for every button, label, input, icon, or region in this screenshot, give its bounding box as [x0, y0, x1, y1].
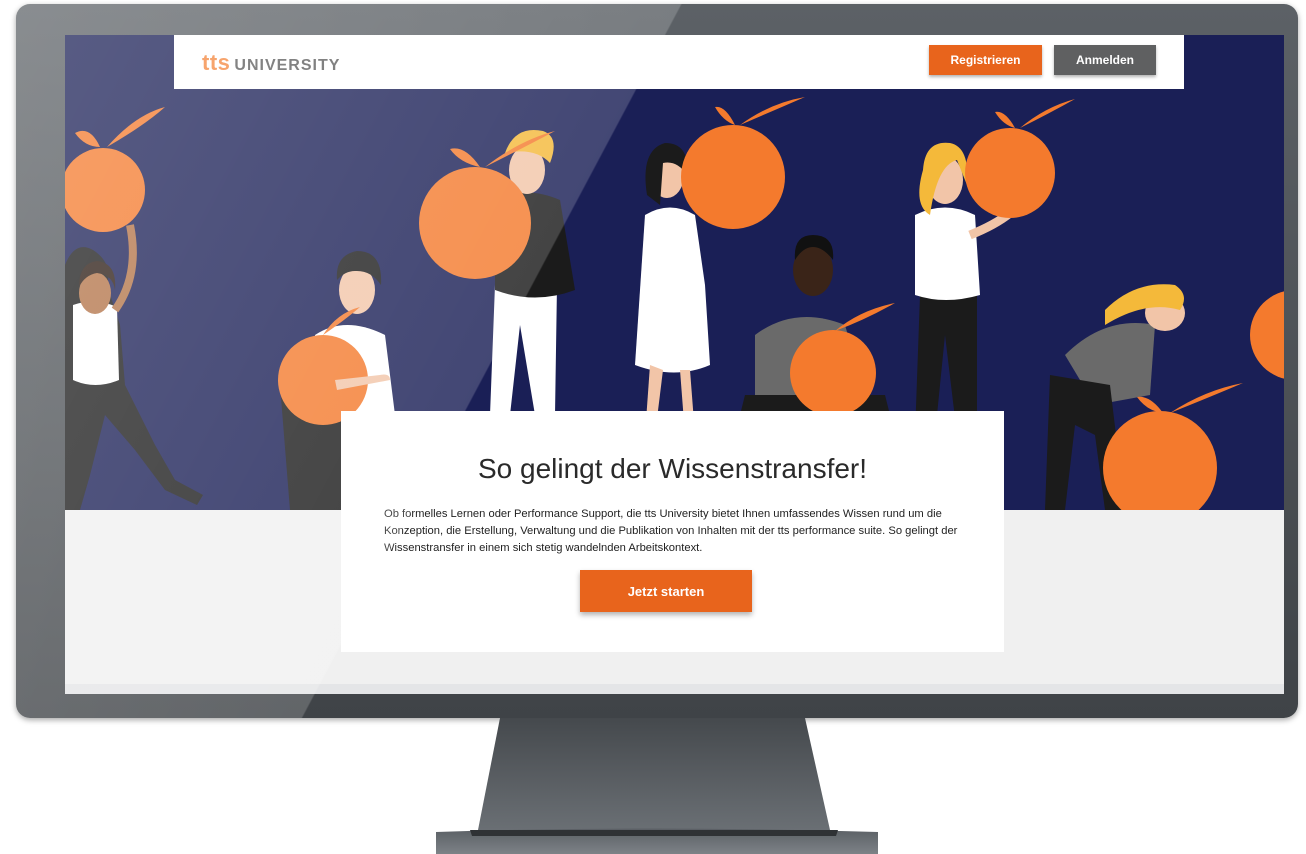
logo-tts-text: tts: [202, 50, 231, 75]
screen: tts UNIVERSITY Registrieren Anmelden So g…: [65, 35, 1284, 694]
person-5-illustration: [735, 235, 895, 435]
person-3-illustration: [419, 129, 575, 415]
tts-university-logo[interactable]: tts UNIVERSITY: [202, 51, 340, 75]
person-7-illustration: [1045, 284, 1243, 510]
register-button[interactable]: Registrieren: [929, 45, 1042, 75]
login-button[interactable]: Anmelden: [1054, 45, 1156, 75]
page-title: So gelingt der Wissenstransfer!: [477, 453, 868, 484]
person-left-illustration: [65, 107, 203, 510]
screen-footer-strip: [65, 684, 1284, 694]
hero-description: Ob formelles Lernen oder Performance Sup…: [384, 508, 958, 554]
start-button[interactable]: Jetzt starten: [580, 570, 752, 612]
monitor-bezel: tts UNIVERSITY Registrieren Anmelden So g…: [16, 4, 1298, 718]
hero-content-card: So gelingt der Wissenstransfer! Ob forme…: [341, 411, 1004, 652]
logo-university-text: UNIVERSITY: [234, 57, 341, 74]
orange-right-illustration: [1250, 291, 1284, 379]
top-navigation-bar: tts UNIVERSITY Registrieren Anmelden: [174, 35, 1184, 89]
